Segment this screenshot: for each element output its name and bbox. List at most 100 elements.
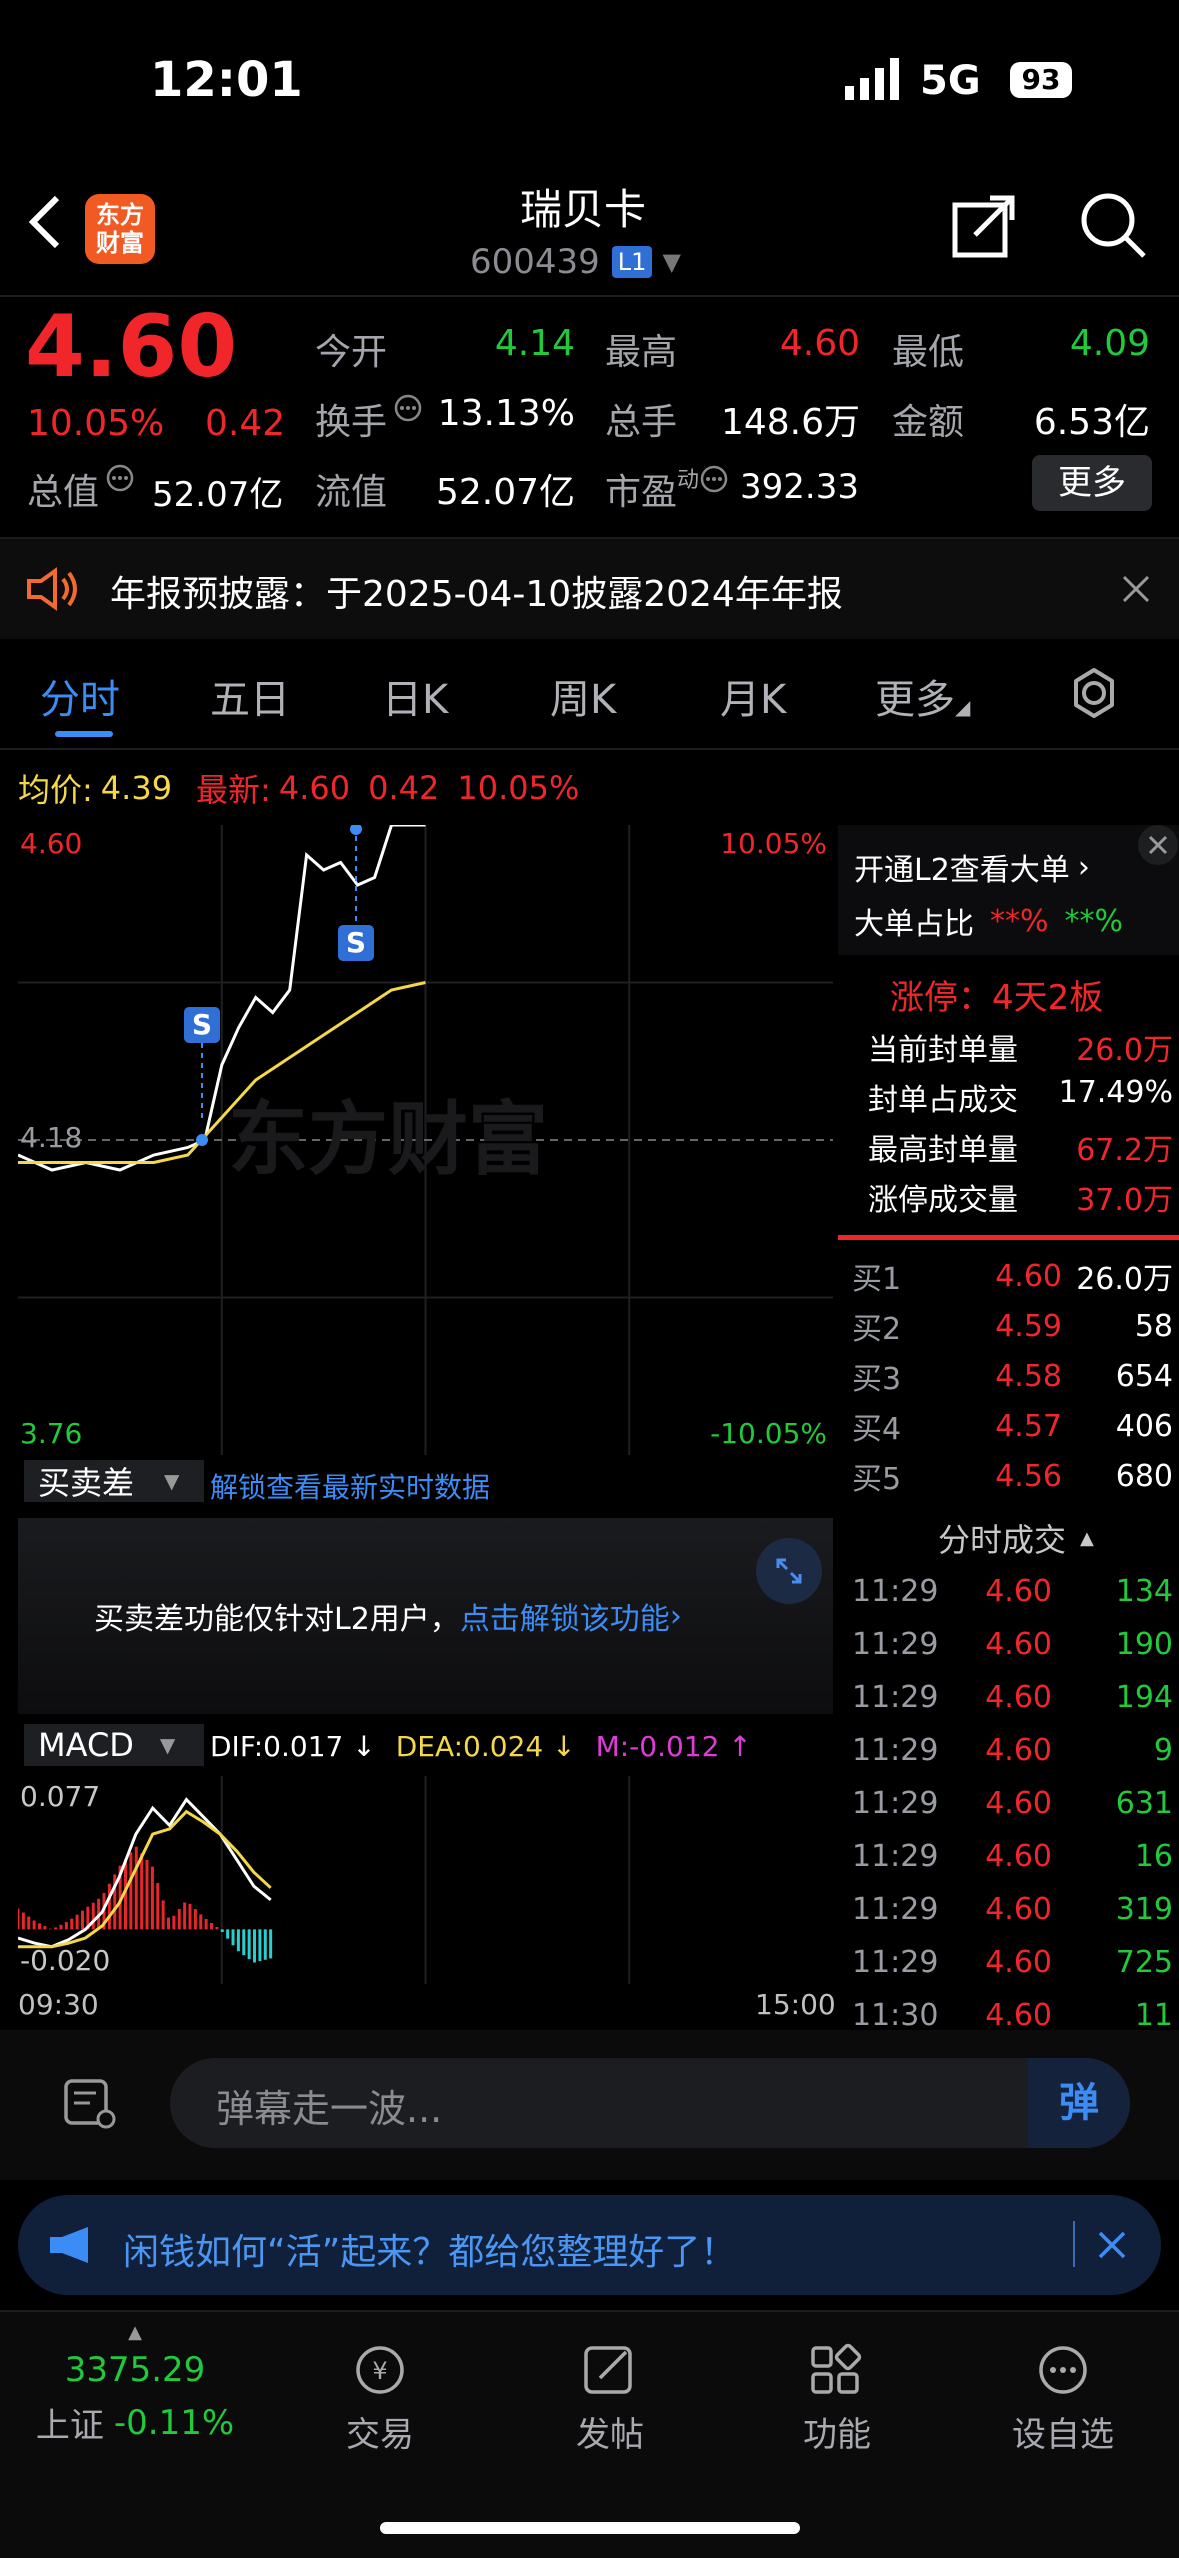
info-icon[interactable] [105,461,135,502]
ticks-title-row[interactable]: 分时成交 ▲ [938,1515,1094,1561]
intraday-chart[interactable]: 4.60 10.05% 4.18 3.76 -10.05% 东方财富 S S [18,825,833,1455]
tick-price: 4.60 [985,1944,1052,1980]
macd-bottom: -0.020 [20,1944,111,1977]
tab-intraday[interactable]: 分时 [40,667,120,725]
close-icon[interactable] [1138,825,1178,865]
high-value: 4.60 [779,323,860,364]
sell-marker[interactable]: S [338,925,374,961]
danmaku-send-button[interactable]: 弹 [1028,2058,1130,2148]
close-icon[interactable] [1120,573,1152,609]
bid-label: 买2 [852,1312,902,1347]
promo-banner[interactable]: 闲钱如何“活”起来？都给您整理好了！ [18,2195,1161,2295]
notice-bar[interactable]: 年报预披露：于2025-04-10披露2024年年报 [0,539,1179,639]
tab-5day[interactable]: 五日 [210,667,290,725]
watermark: 东方财富 [228,1093,548,1186]
signal-icon [845,58,905,104]
comment-list-icon[interactable] [62,2075,118,2135]
l2-link[interactable]: 开通L2查看大单 › [854,845,1090,889]
bid-price: 4.57 [995,1408,1062,1444]
bid-label: 买3 [852,1362,902,1397]
nav-trade[interactable]: ¥ 交易 [315,2342,445,2456]
nav-watchlist[interactable]: 设自选 [998,2342,1128,2456]
close-icon[interactable] [1096,2229,1128,2265]
macd-top: 0.077 [20,1780,101,1813]
logo-text-top: 东方 [96,201,144,229]
amount-label: 金额 [892,402,965,443]
stock-name: 瑞贝卡 [520,185,647,234]
latest-change: 0.42 [368,769,440,807]
tick-time: 11:29 [852,1732,939,1768]
caret-icon: ◢ [955,695,971,719]
tick-volume: 134 [1115,1573,1173,1609]
settings-icon[interactable] [1068,667,1120,723]
info-icon[interactable] [699,462,729,503]
tick-volume: 725 [1115,1944,1173,1980]
bid-label: 买1 [852,1262,902,1297]
back-icon[interactable] [25,192,65,256]
svg-text:¥: ¥ [372,2357,387,2385]
tab-more[interactable]: 更多 ◢ [875,667,970,725]
big-order-red: **% [990,903,1049,939]
eastmoney-logo: 东方 财富 [85,194,155,264]
seal-label: 当前封单量 [868,1033,1018,1068]
order-book-divider [838,1235,1179,1240]
status-bar: 12:01 5G 93 [0,0,1179,170]
sell-marker[interactable]: S [184,1007,220,1043]
bid-volume: 654 [1115,1358,1173,1394]
bs-diff-selector[interactable]: 买卖差 ▼ [24,1460,204,1502]
tick-price: 4.60 [985,1997,1052,2033]
macd-chart[interactable]: 0.077 -0.020 [18,1776,833,1984]
l2-link-text: 开通L2查看大单 [854,853,1070,888]
bid-volume: 406 [1115,1408,1173,1444]
index-ticker[interactable]: ▲ 3375.29 上证 -0.11% [36,2322,234,2472]
index-change: -0.11% [113,2402,235,2443]
expand-icon[interactable] [756,1538,822,1604]
latest-label: 最新: [196,771,271,809]
dea-line [18,1809,272,1949]
bid-row: 买2 4.59 58 [852,1300,1173,1352]
nav-post[interactable]: 发帖 [545,2342,675,2456]
open-value: 4.14 [494,323,575,364]
time-end: 15:00 [755,1988,836,2021]
high-label: 最高 [605,332,678,373]
amount-value: 6.53亿 [1033,402,1150,443]
search-icon[interactable] [1078,190,1148,264]
big-order-box[interactable]: 开通L2查看大单 › 大单占比 **% **% [838,825,1179,955]
nav-functions[interactable]: 功能 [772,2342,902,2456]
bottom-nav: ▲ 3375.29 上证 -0.11% ¥ 交易 发帖 功能 设自选 [0,2310,1179,2558]
macd-selector[interactable]: MACD ▼ [24,1724,204,1766]
turnover-label-row: 换手 [315,393,423,445]
share-icon[interactable] [950,190,1020,264]
tab-weekly-k[interactable]: 周K [550,667,616,725]
stock-code: 600439 [470,242,600,282]
tick-volume: 9 [1153,1732,1173,1768]
caret-up-icon: ▲ [1080,1527,1094,1549]
turnover-label: 换手 [315,402,388,443]
volume-label: 总手 [605,402,678,443]
tick-row: 11:29 4.60 190 [852,1618,1173,1670]
bid-label: 买4 [852,1412,902,1447]
time-start: 09:30 [18,1988,99,2021]
comment-input[interactable]: 弹幕走一波... 弹 [170,2058,1130,2148]
index-name: 上证 [35,2406,104,2446]
marker-dot [196,1134,208,1146]
low-value: 4.09 [1069,323,1150,364]
stock-code-row[interactable]: 600439 L1 ▼ [470,242,681,282]
tab-daily-k[interactable]: 日K [382,667,448,725]
more-button[interactable]: 更多 [1032,455,1152,511]
bs-unlock-link[interactable]: 解锁查看最新实时数据 [210,1466,490,1506]
tick-list: 11:29 4.60 134 11:29 4.60 190 11:29 4.60 194 1… [838,1565,1179,2035]
bid-price: 4.56 [995,1458,1062,1494]
bid-price: 4.59 [995,1308,1062,1344]
comment-placeholder: 弹幕走一波... [216,2087,443,2131]
tick-time: 11:29 [852,1891,939,1927]
info-icon[interactable] [393,391,423,432]
tab-monthly-k[interactable]: 月K [720,667,786,725]
bid-price: 4.60 [995,1258,1062,1294]
bs-unlock-button[interactable]: 点击解锁该功能 [460,1594,670,1638]
bid-row: 买5 4.56 680 [852,1450,1173,1502]
status-time: 12:01 [150,52,303,108]
index-value: 3375.29 [64,2350,206,2390]
tab-indicator [55,731,113,737]
big-order-green: **% [1064,903,1124,939]
